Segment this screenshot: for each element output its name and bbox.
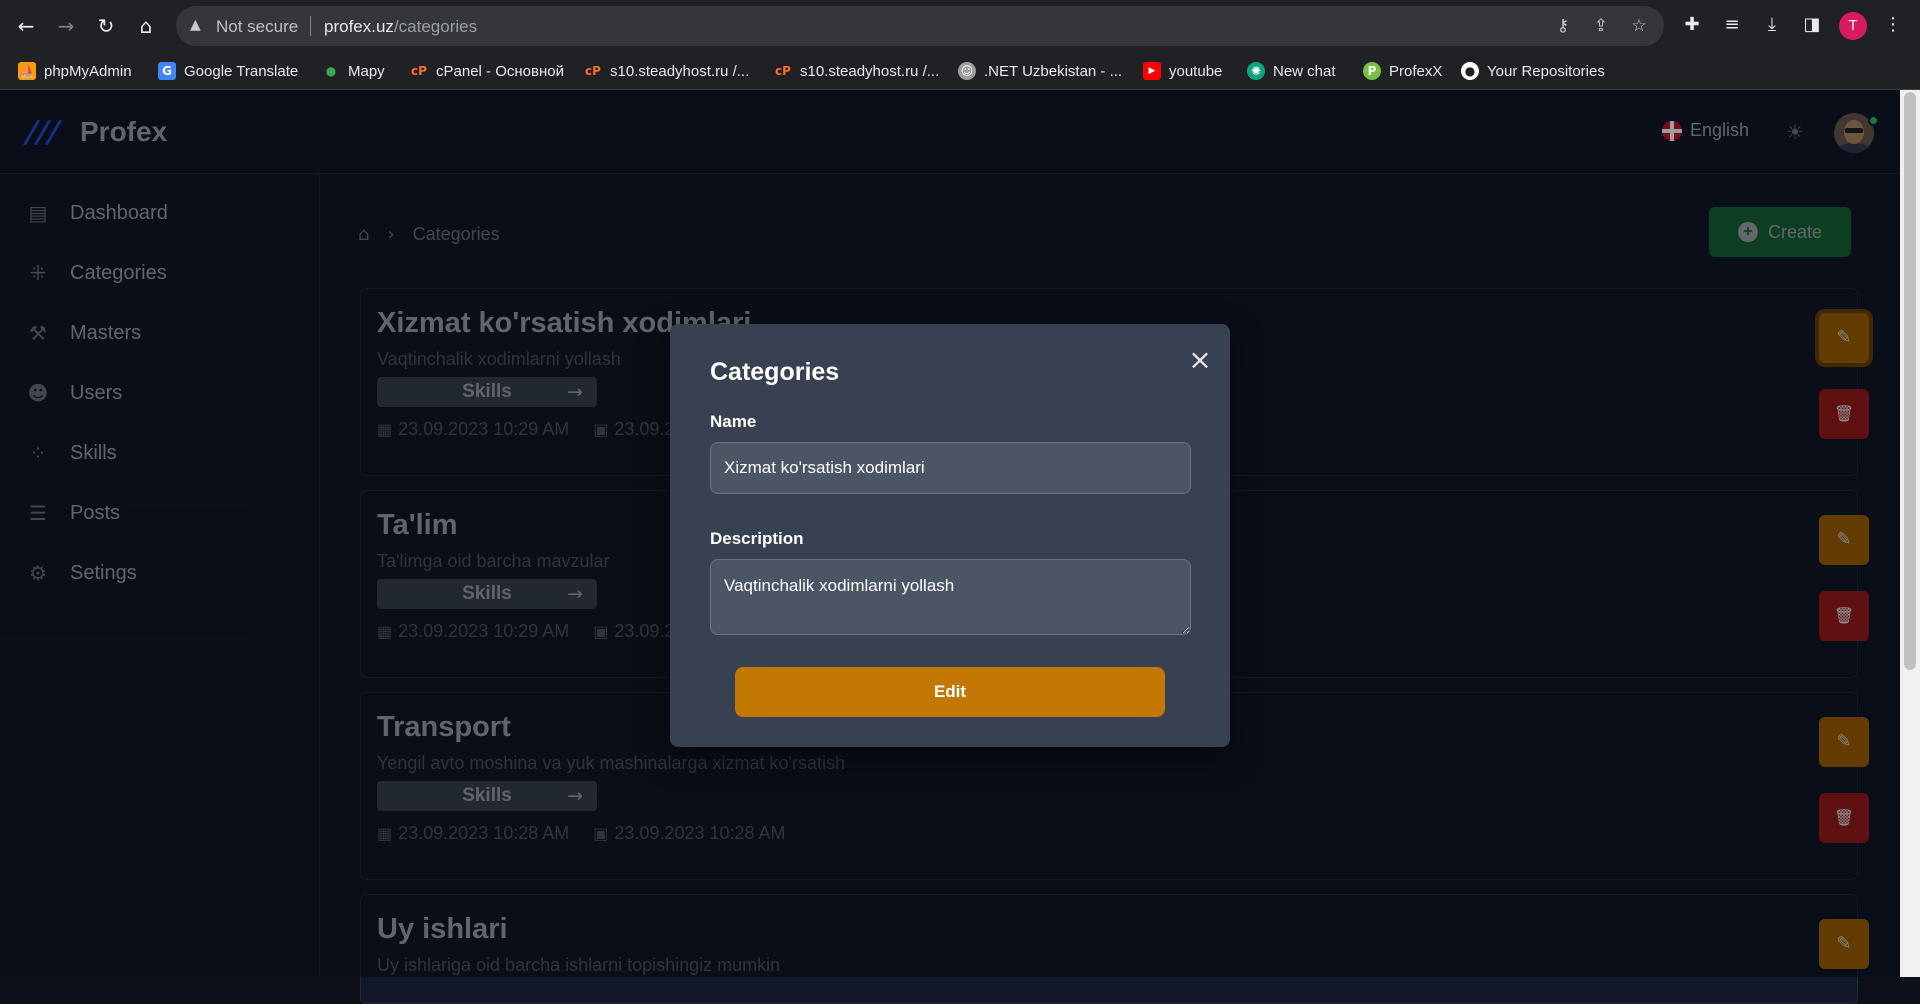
bookmark-phpmyadmin[interactable]: ⛵ phpMyAdmin (18, 60, 132, 82)
bookmark-steadyhost-1[interactable]: cP s10.steadyhost.ru /... (584, 60, 749, 82)
download-icon[interactable]: ⤓ (1759, 12, 1785, 38)
github-icon: ● (1461, 62, 1479, 80)
description-label: Description (710, 529, 804, 548)
close-icon[interactable]: × (1186, 346, 1214, 374)
address-bar[interactable]: ▲ Not secure profex.uz/categories ⚷ ⇪ ☆ (176, 6, 1664, 46)
star-icon[interactable]: ☆ (1628, 15, 1650, 37)
cpanel-icon: cP (411, 64, 427, 78)
bookmark-google-translate[interactable]: G Google Translate (158, 60, 298, 82)
bookmark-your-repositories[interactable]: ● Your Repositories (1461, 60, 1605, 82)
bookmark-steadyhost-2[interactable]: cP s10.steadyhost.ru /... (774, 60, 939, 82)
edit-submit-button[interactable]: Edit (735, 667, 1165, 717)
back-icon[interactable]: ← (10, 10, 42, 42)
modal-title: Categories (710, 358, 840, 386)
bookmark-mapy[interactable]: ● Mapy (322, 60, 385, 82)
cpanel-icon: cP (585, 64, 601, 78)
warning-icon[interactable]: ▲ (190, 17, 208, 35)
divider (310, 16, 311, 36)
description-field[interactable]: Vaqtinchalik xodimlarni yollash (710, 559, 1191, 635)
bookmark-new-chat[interactable]: ✺ New chat (1247, 60, 1336, 82)
bookmark-profexx[interactable]: P ProfexX (1363, 60, 1442, 82)
profexx-icon: P (1363, 62, 1381, 80)
chatgpt-icon: ✺ (1247, 62, 1265, 80)
phpmyadmin-icon: ⛵ (18, 62, 36, 80)
profile-avatar[interactable]: T (1839, 12, 1867, 40)
bookmark-cpanel[interactable]: cP cPanel - Основной (410, 60, 564, 82)
url-text[interactable]: profex.uz/categories (324, 17, 477, 37)
google-translate-icon: G (158, 62, 176, 80)
bookmarks-bar: ⛵ phpMyAdmin G Google Translate ● Mapy cP cP… (0, 52, 1920, 90)
extensions-icon[interactable]: ✚ (1679, 12, 1705, 38)
browser-toolbar: ← → ↻ ⌂ ▲ Not secure profex.uz/categorie… (0, 0, 1920, 52)
share-icon[interactable]: ⇪ (1590, 15, 1612, 37)
edit-category-modal: Categories × Name Description Vaqtinchal… (670, 324, 1230, 747)
security-status[interactable]: Not secure (216, 17, 298, 37)
home-icon[interactable]: ⌂ (130, 10, 162, 42)
key-icon[interactable]: ⚷ (1552, 15, 1574, 37)
dotnet-uz-icon: ☺ (958, 62, 976, 80)
side-panel-icon[interactable]: ◨ (1799, 12, 1825, 38)
bookmark-dotnet-uz[interactable]: ☺ .NET Uzbekistan - ... (958, 60, 1122, 82)
reload-icon[interactable]: ↻ (90, 10, 122, 42)
page-scrollbar[interactable] (1900, 90, 1920, 977)
forward-icon[interactable]: → (50, 10, 82, 42)
menu-kebab-icon[interactable]: ⋮ (1880, 12, 1906, 38)
name-label: Name (710, 412, 757, 431)
name-field[interactable] (710, 442, 1191, 494)
media-icon[interactable]: ≡ (1719, 12, 1745, 38)
scroll-thumb[interactable] (1904, 92, 1916, 670)
cpanel-icon: cP (775, 64, 791, 78)
maps-pin-icon: ● (325, 64, 337, 78)
youtube-icon: ▶ (1143, 62, 1161, 80)
bookmark-youtube[interactable]: ▶ youtube (1143, 60, 1222, 82)
